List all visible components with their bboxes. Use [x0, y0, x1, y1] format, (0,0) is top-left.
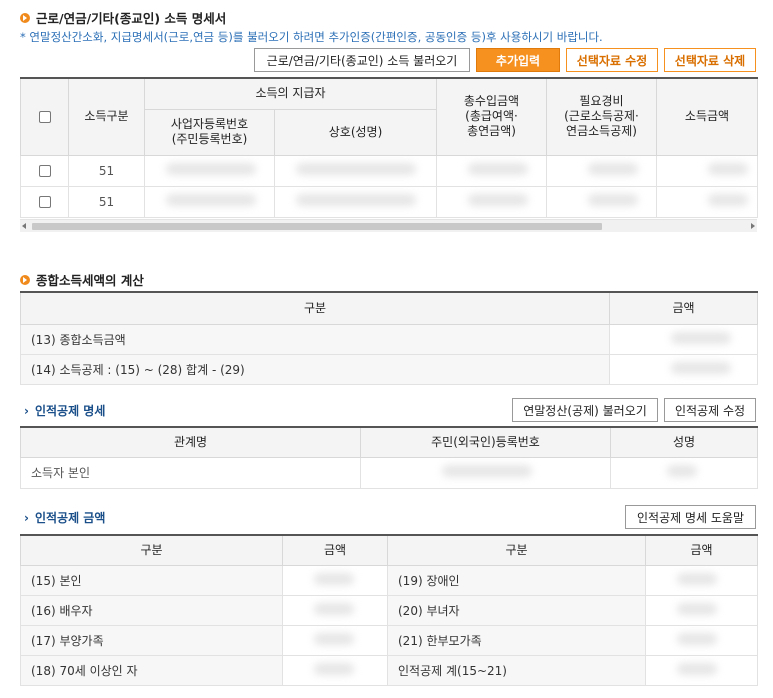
scroll-right-icon[interactable]: [751, 223, 755, 229]
total-income-cell: [436, 185, 547, 218]
table-row: (14) 소득공제 : (15) ~ (28) 합계 - (29): [20, 353, 758, 385]
dependent-label: (17) 부양가족: [20, 624, 283, 656]
biz-no-cell: [144, 185, 275, 218]
personal-deduction-table: 관계명 주민(외국인)등록번호 성명 소득자 본인: [20, 426, 758, 489]
income-amount-header: 소득금액: [656, 77, 758, 156]
select-all-checkbox[interactable]: [38, 110, 51, 123]
category-left-header: 구분: [20, 534, 283, 566]
scroll-left-icon[interactable]: [22, 223, 26, 229]
dependent-amount: [282, 624, 388, 656]
scrollbar-thumb[interactable]: [32, 223, 602, 230]
income-statement-title: 근로/연금/기타(종교인) 소득 명세서: [20, 8, 226, 27]
name-header: 성명: [610, 426, 758, 458]
personal-deduction-title-text: 인적공제 명세: [34, 404, 106, 418]
auth-note: * 연말정산간소화, 지급명세서(근로,연금 등)를 불러오기 하려면 추가인증…: [20, 30, 603, 44]
spouse-label: (16) 배우자: [20, 594, 283, 626]
deduction-help-button[interactable]: 인적공제 명세 도움말: [625, 505, 756, 529]
company-header: 상호(성명): [274, 108, 437, 156]
total-income-header: 총수입금액 (총급여액· 총연금액): [436, 77, 547, 156]
load-income-button[interactable]: 근로/연금/기타(종교인) 소득 불러오기: [254, 48, 470, 72]
table-row[interactable]: 51: [20, 185, 758, 218]
company-cell: [274, 154, 437, 187]
senior-amount: [282, 654, 388, 686]
self-label: (15) 본인: [20, 564, 283, 596]
deduction-amount-table: 구분 금액 구분 금액 (15) 본인 (19) 장애인 (16) 배우자 (2…: [20, 534, 758, 686]
tax-calc-title-text: 종합소득세액의 계산: [36, 273, 144, 288]
expense-cell: [546, 185, 657, 218]
spouse-amount: [282, 594, 388, 626]
biz-no-cell: [144, 154, 275, 187]
table-row: 소득자 본인: [20, 456, 758, 489]
deduction-amount-title: › 인적공제 금액: [24, 509, 105, 526]
income-type-cell: 51: [68, 154, 145, 187]
table-row: (13) 종합소득금액: [20, 323, 758, 355]
expense-cell: [546, 154, 657, 187]
disabled-label: (19) 장애인: [387, 564, 646, 596]
total-income-amount: [609, 323, 758, 355]
total-income-cell: [436, 154, 547, 187]
table-row[interactable]: 51: [20, 154, 758, 187]
select-all-header: [20, 77, 69, 156]
section-bullet-icon: [20, 274, 30, 285]
expense-header: 필요경비 (근로소득공제· 연금소득공제): [546, 77, 657, 156]
table-row: (15) 본인 (19) 장애인: [20, 564, 758, 596]
disabled-amount: [645, 564, 758, 596]
income-type-cell: 51: [68, 185, 145, 218]
name-cell: [610, 456, 758, 489]
income-cell: [656, 185, 758, 218]
horizontal-scrollbar[interactable]: [20, 219, 757, 232]
chevron-right-icon: ›: [24, 403, 29, 418]
load-year-end-button[interactable]: 연말정산(공제) 불러오기: [512, 398, 658, 422]
deduction-amount-title-text: 인적공제 금액: [34, 511, 106, 525]
payer-group-header: 소득의 지급자: [144, 77, 437, 110]
company-cell: [274, 185, 437, 218]
section-bullet-icon: [20, 12, 30, 23]
single-parent-amount: [645, 624, 758, 656]
category-right-header: 구분: [387, 534, 646, 566]
personal-total-amount: [645, 654, 758, 686]
self-amount: [282, 564, 388, 596]
woman-label: (20) 부녀자: [387, 594, 646, 626]
row-select-cell: [20, 185, 69, 218]
table-row: (17) 부양가족 (21) 한부모가족: [20, 624, 758, 656]
tax-calc-title: 종합소득세액의 계산: [20, 270, 144, 289]
category-header: 구분: [20, 291, 610, 325]
edit-selected-button[interactable]: 선택자료 수정: [566, 48, 658, 72]
deduction-amount: [609, 353, 758, 385]
table-row: (16) 배우자 (20) 부녀자: [20, 594, 758, 626]
amount-right-header: 금액: [645, 534, 758, 566]
income-statement-title-text: 근로/연금/기타(종교인) 소득 명세서: [36, 11, 227, 26]
row-checkbox[interactable]: [38, 196, 51, 208]
id-number-header: 주민(외국인)등록번호: [360, 426, 611, 458]
table-row: (18) 70세 이상인 자 인적공제 계(15~21): [20, 654, 758, 686]
personal-total-label: 인적공제 계(15~21): [387, 654, 646, 686]
income-type-header: 소득구분: [68, 77, 145, 156]
amount-left-header: 금액: [282, 534, 388, 566]
chevron-right-icon: ›: [24, 510, 29, 525]
personal-deduction-title: › 인적공제 명세: [24, 402, 105, 419]
total-income-label: (13) 종합소득금액: [20, 323, 610, 355]
income-statement-table: 소득구분 소득의 지급자 총수입금액 (총급여액· 총연금액) 필요경비 (근로…: [20, 77, 758, 218]
relation-header: 관계명: [20, 426, 361, 458]
row-checkbox[interactable]: [38, 165, 51, 177]
row-select-cell: [20, 154, 69, 187]
id-number-cell: [360, 456, 611, 489]
woman-amount: [645, 594, 758, 626]
delete-selected-button[interactable]: 선택자료 삭제: [664, 48, 756, 72]
tax-calc-table: 구분 금액 (13) 종합소득금액 (14) 소득공제 : (15) ~ (28…: [20, 291, 758, 385]
senior-label: (18) 70세 이상인 자: [20, 654, 283, 686]
deduction-label: (14) 소득공제 : (15) ~ (28) 합계 - (29): [20, 353, 610, 385]
single-parent-label: (21) 한부모가족: [387, 624, 646, 656]
income-cell: [656, 154, 758, 187]
biz-no-header: 사업자등록번호 (주민등록번호): [144, 108, 275, 156]
amount-header: 금액: [609, 291, 758, 325]
add-entry-button[interactable]: 추가입력: [476, 48, 560, 72]
edit-personal-deduction-button[interactable]: 인적공제 수정: [664, 398, 756, 422]
relation-cell: 소득자 본인: [20, 456, 361, 489]
